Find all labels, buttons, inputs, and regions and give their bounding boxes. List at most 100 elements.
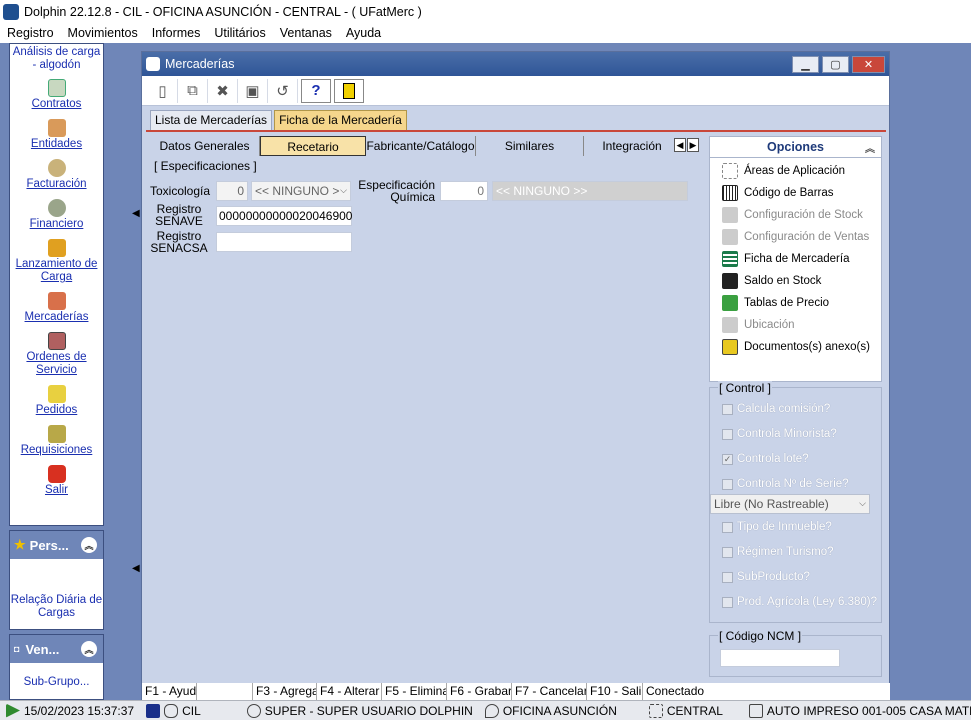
nav-item-pedidos[interactable]: Pedidos	[10, 385, 103, 417]
database-icon	[164, 703, 179, 718]
status-company: CIL	[140, 703, 207, 718]
especificacion-code-field[interactable]: 0	[440, 181, 488, 201]
menu-utilitarios[interactable]: Utilitários	[207, 26, 272, 40]
copy-button[interactable]: ⧉	[178, 78, 208, 103]
especificaciones-panel: [ Especificaciones ] Toxicología 0 << NI…	[150, 158, 705, 678]
status-printer: AUTO IMPRESO 001-005 CASA MATRIZ	[743, 703, 971, 718]
senacsa-field[interactable]	[216, 232, 352, 252]
serie-select[interactable]: Libre (No Rastreable) ⌵	[710, 494, 870, 514]
subtab-datos-generales[interactable]: Datos Generales	[150, 136, 260, 156]
senave-field[interactable]: 00000000000020046900	[216, 206, 352, 226]
fkey-agrega[interactable]: F3 - Agrega	[253, 683, 317, 700]
nav-item-facturacion[interactable]: Facturación	[10, 159, 103, 191]
collapse-icon[interactable]: ︽	[81, 641, 97, 657]
option-label: Ficha de Mercadería	[744, 253, 850, 265]
subtab-integracion[interactable]: Integración	[584, 136, 680, 156]
nav-item-contratos[interactable]: Contratos	[10, 79, 103, 111]
checkbox-box	[722, 478, 733, 490]
checkbox-controla-serie[interactable]: Controla Nº de Serie?	[722, 478, 849, 490]
option-tablas-precio[interactable]: Tablas de Precio	[710, 292, 881, 314]
subtab-recetario[interactable]: Recetario	[260, 136, 366, 156]
window-title-bar: Mercaderías ▁ ▢ ✕	[142, 52, 889, 76]
new-button[interactable]: ▯	[148, 78, 178, 103]
subtab-similares[interactable]: Similares	[476, 136, 584, 156]
feather-icon	[146, 703, 161, 718]
checklist-icon	[47, 425, 66, 443]
nav-splitter[interactable]: ◀ ◀	[130, 43, 140, 700]
new-icon: ▯	[158, 82, 167, 100]
maximize-button[interactable]: ▢	[822, 55, 849, 73]
exit-button[interactable]	[334, 78, 364, 103]
minimize-button[interactable]: ▁	[792, 55, 819, 73]
checkbox-controla-minorista[interactable]: Controla Minorista?	[722, 428, 837, 440]
collapse-icon[interactable]: ︽	[865, 140, 875, 155]
help-button[interactable]: ?	[301, 78, 331, 103]
nav-item-mercaderias[interactable]: Mercaderías	[10, 292, 103, 324]
sub-tabs: Datos Generales Recetario Fabricante/Cat…	[150, 136, 705, 156]
nav-item-relacao[interactable]: Relação Diária de Cargas	[10, 594, 103, 620]
ncm-field[interactable]	[720, 649, 840, 667]
opciones-header[interactable]: Opciones ︽	[710, 137, 881, 158]
checkbox-calcula-comision[interactable]: Calcula comisión?	[722, 403, 830, 415]
fkey-alterar[interactable]: F4 - Alterar	[317, 683, 382, 700]
nav-item-requisiciones[interactable]: Requisiciones	[10, 425, 103, 457]
save-button[interactable]: ▣	[238, 78, 268, 103]
sheet-icon	[722, 251, 738, 267]
fkey-empty	[197, 683, 253, 700]
toxicologia-select[interactable]: << NINGUNO > ⌵	[251, 181, 351, 201]
tab-lista-mercaderias[interactable]: Lista de Mercaderías	[150, 110, 273, 130]
panel-header-ventas[interactable]: ◘ Ven... ︽	[10, 635, 103, 663]
codigo-ncm-group: [ Código NCM ]	[709, 629, 882, 677]
senave-label: Registro SENAVE	[155, 202, 203, 228]
toxicologia-label: Toxicología	[150, 184, 211, 198]
close-button[interactable]: ✕	[852, 55, 885, 73]
nav-item-salir[interactable]: Salir	[10, 465, 103, 497]
menu-registro[interactable]: Registro	[0, 26, 61, 40]
status-user-text: SUPER - SUPER USUARIO DOLPHIN	[264, 703, 473, 718]
checkbox-controla-lote[interactable]: ✓ Controla lote?	[722, 453, 809, 465]
nav-item-entidades[interactable]: Entidades	[10, 119, 103, 151]
play-icon	[6, 703, 20, 718]
tab-ficha-mercaderia[interactable]: Ficha de la Mercadería	[274, 110, 407, 130]
checkbox-subproducto[interactable]: SubProducto?	[722, 571, 810, 583]
checkbox-tipo-inmueble[interactable]: Tipo de Inmueble?	[722, 521, 832, 533]
toxicologia-code-field[interactable]: 0	[216, 181, 248, 201]
cancel-button[interactable]: ↺	[268, 78, 298, 103]
menu-movimientos[interactable]: Movimientos	[61, 26, 145, 40]
nav-item-lanzamiento[interactable]: Lanzamiento de Carga	[10, 239, 103, 284]
opciones-panel: Opciones ︽ Áreas de Aplicación Código de…	[709, 136, 882, 382]
fkey-grabar[interactable]: F6 - Grabar	[447, 683, 512, 700]
subtab-fabricante[interactable]: Fabricante/Catálogo	[366, 136, 476, 156]
nav-label: Financiero	[29, 218, 84, 230]
splitter-arrow-icon[interactable]: ◀	[132, 563, 140, 574]
option-saldo-stock[interactable]: Saldo en Stock	[710, 270, 881, 292]
menu-informes[interactable]: Informes	[145, 26, 208, 40]
menu-ventanas[interactable]: Ventanas	[273, 26, 339, 40]
especificaciones-group-label: [ Especificaciones ]	[154, 159, 257, 173]
fkey-ayuda[interactable]: F1 - Ayud	[142, 683, 197, 700]
nav-item-subgrupo[interactable]: Sub-Grupo...	[10, 676, 103, 689]
nav-item-analisis[interactable]: Análisis de carga - algodón	[10, 46, 103, 72]
fkey-elimina[interactable]: F5 - Elimina	[382, 683, 447, 700]
barcode-icon	[722, 185, 738, 201]
option-config-ventas: Configuración de Ventas	[710, 226, 881, 248]
option-codigo-barras[interactable]: Código de Barras	[710, 182, 881, 204]
collapse-icon[interactable]: ︽	[81, 537, 97, 553]
panel-header-personal[interactable]: ★ Pers... ︽	[10, 531, 103, 559]
tab-divider	[146, 130, 886, 132]
option-areas-aplicacion[interactable]: Áreas de Aplicación	[710, 160, 881, 182]
option-ficha-mercaderia[interactable]: Ficha de Mercadería	[710, 248, 881, 270]
checkbox-regimen-turismo[interactable]: Régimen Turismo?	[722, 546, 834, 558]
fkey-salir[interactable]: F10 - Salir	[587, 683, 643, 700]
nav-item-financiero[interactable]: Financiero	[10, 199, 103, 231]
tab-scroll-right-icon[interactable]: ▶	[687, 138, 699, 152]
option-documentos-anexos[interactable]: Documentos(s) anexo(s)	[710, 336, 881, 358]
checkbox-prod-agricola[interactable]: Prod. Agrícola (Ley 6.380)?	[722, 596, 877, 608]
nav-item-ordenes[interactable]: Ordenes de Servicio	[10, 332, 103, 377]
delete-button[interactable]: ✖	[208, 78, 238, 103]
fkey-cancelar[interactable]: F7 - Cancelar	[512, 683, 587, 700]
tab-scroll-left-icon[interactable]: ◀	[674, 138, 686, 152]
checkbox-box	[722, 571, 733, 583]
splitter-arrow-icon[interactable]: ◀	[132, 208, 140, 219]
menu-ayuda[interactable]: Ayuda	[339, 26, 388, 40]
